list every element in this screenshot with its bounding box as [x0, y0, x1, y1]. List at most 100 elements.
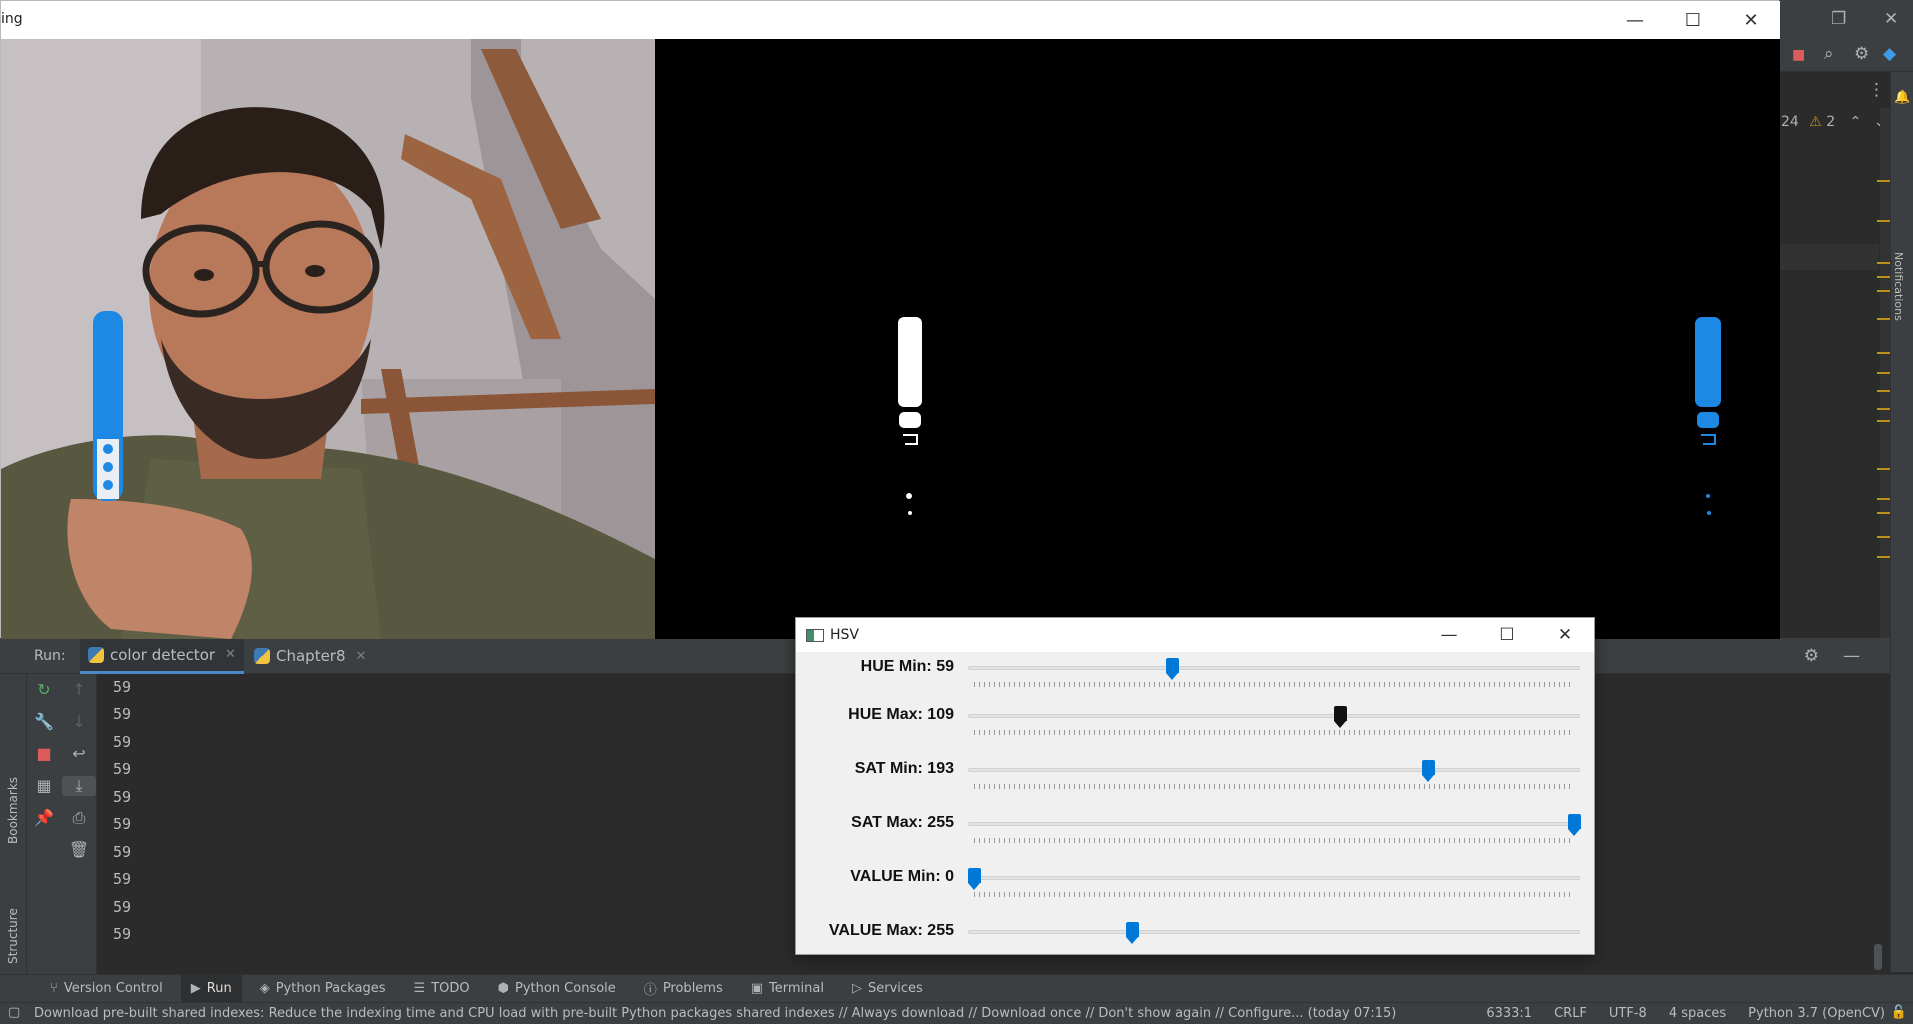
jetbrains-icon[interactable]: ◆	[1883, 44, 1896, 64]
warning-stripe-mark[interactable]	[1877, 536, 1891, 538]
minimize-button[interactable]: —	[1420, 618, 1478, 652]
slider-track[interactable]	[968, 876, 1580, 880]
slider-ticks	[974, 682, 1574, 687]
rerun-icon[interactable]: ↻	[27, 680, 61, 699]
slider-ticks	[974, 784, 1574, 789]
slider-thumb[interactable]	[1568, 814, 1581, 836]
bell-icon[interactable]: 🔔	[1894, 88, 1910, 108]
prev-highlight-icon[interactable]: ⌃	[1850, 114, 1862, 130]
warning-stripe-mark[interactable]	[1877, 262, 1891, 264]
tab-terminal[interactable]: ▣ Terminal	[741, 975, 834, 1003]
editor-area	[1779, 72, 1887, 638]
app-icon	[806, 629, 824, 642]
slider-thumb[interactable]	[1422, 760, 1436, 782]
current-line-highlight	[1779, 244, 1879, 270]
tab-todo[interactable]: ☰ TODO	[404, 975, 480, 1003]
run-label: Run:	[34, 648, 66, 664]
tab-chapter8[interactable]: Chapter8 ✕	[246, 638, 374, 674]
gear-icon[interactable]: ⚙	[1804, 646, 1819, 666]
minimize-icon: —	[1626, 9, 1644, 31]
trash-icon[interactable]: 🗑	[62, 840, 96, 859]
maximize-button[interactable]: ☐	[1664, 1, 1722, 39]
tab-color-detector[interactable]: color detector ✕	[80, 638, 244, 674]
caret-position[interactable]: 6333:1	[1486, 1006, 1532, 1021]
tab-python-console[interactable]: ⬢ Python Console	[488, 975, 626, 1003]
slider-track[interactable]	[968, 930, 1580, 934]
close-tab-icon[interactable]: ✕	[225, 647, 236, 662]
tab-python-packages[interactable]: ◈ Python Packages	[250, 975, 396, 1003]
stop-icon[interactable]: ■	[1792, 45, 1805, 65]
tab-version-control[interactable]: ⑂ Version Control	[40, 975, 173, 1003]
warning-stripe-mark[interactable]	[1877, 290, 1891, 292]
console-scrollbar[interactable]	[1874, 944, 1882, 970]
warning-stripe-mark[interactable]	[1877, 556, 1891, 558]
close-icon: ✕	[1743, 9, 1759, 31]
slider-thumb[interactable]	[1126, 922, 1140, 944]
warning-stripe-mark[interactable]	[1877, 372, 1891, 374]
indent-setting[interactable]: 4 spaces	[1669, 1006, 1726, 1021]
restore-icon[interactable]: ❐	[1831, 9, 1846, 29]
warning-stripe-mark[interactable]	[1877, 220, 1891, 222]
stop-icon[interactable]: ■	[27, 744, 61, 763]
scroll-to-end-icon[interactable]: ⤓	[62, 776, 96, 796]
print-icon[interactable]: ⎙	[62, 808, 96, 828]
minimize-button[interactable]: —	[1606, 1, 1664, 39]
more-options-icon[interactable]: ⋮	[1868, 80, 1885, 100]
maximize-button[interactable]: ☐	[1478, 618, 1536, 652]
slider-track[interactable]	[968, 768, 1580, 772]
close-button[interactable]: ✕	[1722, 1, 1780, 39]
right-tool-rail: 🔔 Notifications	[1890, 72, 1913, 972]
tab-run[interactable]: ▶ Run	[180, 974, 242, 1003]
webcam-photo-image	[1, 39, 655, 639]
close-icon[interactable]: ✕	[1884, 9, 1898, 29]
slider-track[interactable]	[968, 714, 1580, 718]
warning-stripe-mark[interactable]	[1877, 390, 1891, 392]
tab-problems[interactable]: ⓘ Problems	[634, 975, 733, 1003]
warning-stripe-mark[interactable]	[1877, 408, 1891, 410]
hsv-trackbar-window: HSV — ☐ ✕ HUE Min: 59 HUE Max: 109 SAT M…	[795, 617, 1595, 955]
gear-icon[interactable]: ⚙	[1854, 44, 1869, 64]
layout-icon[interactable]: ▦	[27, 776, 61, 795]
window-titlebar[interactable]: HSV — ☐ ✕	[796, 618, 1594, 652]
warning-stripe-mark[interactable]	[1877, 352, 1891, 354]
line-separator[interactable]: CRLF	[1554, 1006, 1587, 1021]
python-interpreter[interactable]: Python 3.7 (OpenCV)	[1748, 1006, 1885, 1021]
tab-services[interactable]: ▷ Services	[842, 975, 933, 1003]
console-line: 59	[113, 733, 132, 751]
warning-stripe-mark[interactable]	[1877, 180, 1891, 182]
warning-stripe-mark[interactable]	[1877, 468, 1891, 470]
pin-icon[interactable]: 📌	[27, 808, 61, 827]
slider-track[interactable]	[968, 666, 1580, 670]
trackbar-hue-max: HUE Max: 109	[796, 700, 1594, 754]
slider-track[interactable]	[968, 822, 1580, 826]
trackbar-value-min: VALUE Min: 0	[796, 862, 1594, 916]
close-tab-icon[interactable]: ✕	[356, 649, 367, 664]
slider-thumb[interactable]	[1166, 658, 1179, 680]
inspection-widget[interactable]: 24 ⚠ 2 ⌃ ⌄	[1781, 114, 1886, 130]
minimize-icon[interactable]: —	[1843, 646, 1860, 666]
slider-ticks	[974, 730, 1574, 735]
warning-stripe-mark[interactable]	[1877, 318, 1891, 320]
tab-label: Services	[867, 981, 923, 996]
info-icon: ⓘ	[643, 983, 657, 998]
slider-thumb[interactable]	[1334, 706, 1347, 728]
toggle-tool-windows-icon[interactable]: ▢	[8, 1005, 20, 1020]
arrow-up-icon[interactable]: ↑	[62, 680, 96, 699]
status-message[interactable]: Download pre-built shared indexes: Reduc…	[34, 1006, 1396, 1021]
warning-stripe-mark[interactable]	[1877, 498, 1891, 500]
soft-wrap-icon[interactable]: ↩	[62, 744, 96, 763]
warning-stripe-mark[interactable]	[1877, 276, 1891, 278]
arrow-down-icon[interactable]: ↓	[62, 712, 96, 731]
file-encoding[interactable]: UTF-8	[1609, 1006, 1647, 1021]
slider-thumb[interactable]	[968, 868, 981, 890]
search-icon[interactable]: ⌕	[1824, 44, 1834, 64]
bookmarks-tool-label[interactable]: Bookmarks	[6, 777, 20, 844]
structure-tool-label[interactable]: Structure	[6, 908, 20, 964]
lock-icon[interactable]: 🔓	[1891, 1005, 1907, 1020]
close-button[interactable]: ✕	[1536, 618, 1594, 652]
window-titlebar[interactable]: ing — ☐ ✕	[1, 1, 1780, 39]
wrench-icon[interactable]: 🔧	[27, 712, 61, 731]
warning-stripe-mark[interactable]	[1877, 420, 1891, 422]
warning-stripe-mark[interactable]	[1877, 512, 1891, 514]
notifications-tool-label[interactable]: Notifications	[1892, 252, 1905, 321]
